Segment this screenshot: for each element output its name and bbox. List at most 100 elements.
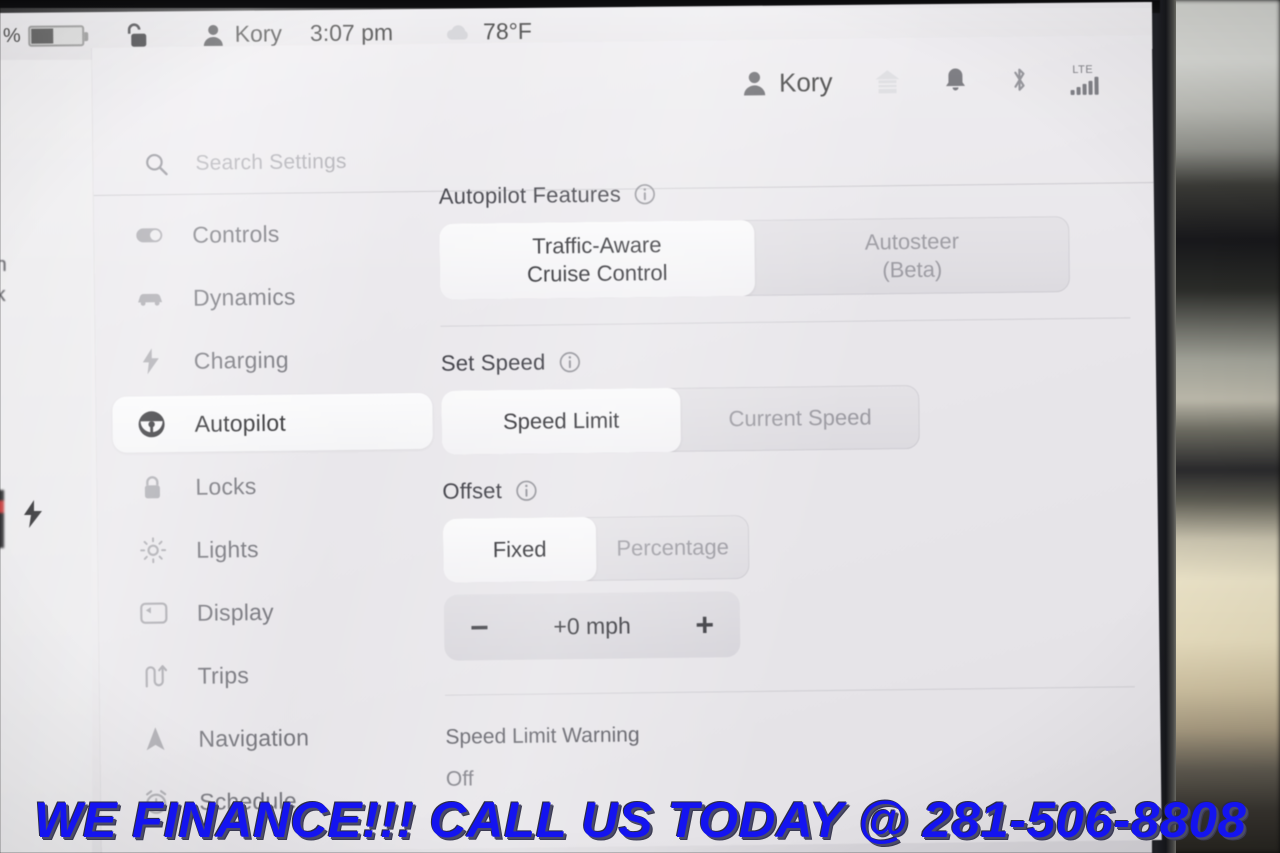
screenshot-stage: en nk 5 % [0, 0, 1280, 853]
lte-signal-icon [1070, 76, 1099, 95]
segment-percentage[interactable]: Percentage [596, 515, 750, 581]
temperature-label: 78°F [482, 17, 533, 45]
info-icon[interactable] [634, 183, 656, 205]
trips-arrows-icon [140, 663, 170, 689]
profile-name-label: Kory [778, 66, 833, 98]
sidebar-item-display[interactable]: Display [115, 582, 436, 642]
segment-label-line1: Traffic-Aware [532, 232, 662, 259]
sun-icon [138, 537, 168, 564]
bluetooth-icon [1014, 68, 1025, 91]
settings-panel: Kory LTE Search Settings Controls Dynami… [92, 35, 1162, 853]
sidebar-item-label: Dynamics [192, 283, 296, 311]
settings-header: Kory LTE [92, 35, 1153, 134]
sidebar-item-label: Navigation [198, 723, 310, 752]
group-offset: Offset Fixed Percentage − +0 mph + [442, 471, 1134, 662]
sidebar-item-label: Trips [197, 661, 250, 689]
person-icon [743, 71, 765, 96]
offset-stepper[interactable]: − +0 mph + [443, 591, 741, 662]
sidebar-item-locks[interactable]: Locks [113, 456, 434, 516]
padlock-icon [137, 474, 167, 501]
segment-label-line2: (Beta) [882, 256, 943, 283]
group-autopilot-features: Autopilot Features Traffic-Aware Cruise … [438, 175, 1130, 301]
segment-autosteer-beta[interactable]: Autosteer (Beta) [754, 216, 1070, 296]
segment-label-line2: Cruise Control [526, 260, 668, 287]
group-title: Set Speed [440, 349, 546, 377]
segment-traffic-aware-cruise-control[interactable]: Traffic-Aware Cruise Control [439, 219, 756, 301]
sidebar-item-label: Locks [195, 472, 257, 500]
sidebar-item-label: Autopilot [194, 409, 287, 437]
section-divider [444, 686, 1135, 697]
display-icon [139, 602, 169, 624]
search-input-placeholder[interactable]: Search Settings [195, 149, 347, 175]
sidebar-item-schedule[interactable]: Schedule [117, 771, 438, 831]
info-icon[interactable] [515, 480, 537, 502]
profile-button[interactable]: Kory [742, 66, 833, 98]
autopilot-features-segmented-control[interactable]: Traffic-Aware Cruise Control Autosteer (… [439, 216, 1071, 301]
weather-status[interactable]: 78°F [443, 18, 532, 46]
search-icon [146, 153, 168, 175]
segment-label: Percentage [616, 534, 730, 561]
clock-label: 3:07 pm [309, 19, 394, 47]
driver-profile[interactable]: Kory [203, 20, 283, 48]
background-ui-text-line2: nk [0, 284, 7, 306]
group-set-speed: Set Speed Speed Limit Current Speed [440, 343, 1132, 456]
background-ui-strip: en nk [0, 60, 92, 853]
notifications-button[interactable] [942, 66, 968, 94]
section-divider [440, 317, 1131, 328]
sidebar-item-lights[interactable]: Lights [114, 519, 435, 579]
lte-label: LTE [1072, 63, 1094, 76]
segment-label-line1: Autosteer [864, 228, 960, 255]
car-icon [135, 289, 165, 307]
sidebar-item-autopilot[interactable]: Autopilot [112, 392, 433, 453]
toggle-switch-icon [134, 226, 164, 244]
offset-segmented-control[interactable]: Fixed Percentage [442, 515, 750, 584]
set-speed-segmented-control[interactable]: Speed Limit Current Speed [441, 385, 920, 456]
sidebar-item-label: Charging [193, 346, 289, 374]
notifications-bell-icon [946, 68, 966, 91]
sidebar-item-dynamics[interactable]: Dynamics [111, 267, 432, 327]
segment-label: Current Speed [728, 404, 872, 432]
bluetooth-button[interactable] [1008, 65, 1030, 95]
segment-label: Speed Limit [502, 407, 620, 435]
background-ui-artifact [0, 490, 4, 548]
garage-home-icon [875, 70, 900, 94]
garage-home-button[interactable] [872, 67, 902, 95]
battery-status: 5 % [0, 24, 85, 48]
group-title: Autopilot Features [438, 181, 622, 209]
charge-bolt-icon [22, 500, 44, 528]
unlocked-padlock-icon [128, 22, 147, 47]
increment-button[interactable]: + [695, 606, 714, 642]
lock-status-button[interactable] [120, 21, 163, 64]
battery-icon [28, 25, 85, 47]
cloud-icon [446, 24, 468, 40]
sidebar-item-label: Controls [192, 220, 280, 248]
sidebar-item-label: Lights [195, 535, 259, 563]
battery-percent-label: 5 % [0, 24, 21, 47]
sidebar-item-safety[interactable]: Safety [118, 834, 439, 853]
segment-label: Fixed [492, 536, 547, 563]
alarm-clock-icon [141, 789, 171, 815]
lightning-bolt-icon [136, 348, 166, 375]
background-ui-text: en nk [0, 250, 7, 310]
sidebar-item-charging[interactable]: Charging [111, 330, 432, 390]
speed-limit-warning-value: Off [445, 767, 474, 792]
offset-value-label: +0 mph [553, 612, 631, 640]
driver-name-label: Kory [234, 20, 283, 47]
sidebar-item-label: Display [196, 598, 274, 626]
segment-fixed[interactable]: Fixed [442, 517, 597, 584]
sidebar-item-controls[interactable]: Controls [110, 204, 431, 264]
steering-wheel-icon [136, 409, 166, 439]
sidebar-item-trips[interactable]: Trips [115, 645, 436, 705]
info-icon[interactable] [558, 351, 580, 373]
group-speed-limit-warning: Speed Limit Warning Off [445, 718, 1136, 792]
settings-content: Autopilot Features Traffic-Aware Cruise … [439, 175, 1136, 800]
segment-current-speed[interactable]: Current Speed [680, 385, 920, 452]
settings-sidebar: Controls Dynamics Charging Autopilot Loc… [110, 204, 438, 853]
group-title: Offset [442, 478, 503, 505]
segment-speed-limit[interactable]: Speed Limit [441, 388, 681, 456]
sidebar-item-navigation[interactable]: Navigation [116, 708, 437, 768]
background-ui-text-line1: en [0, 254, 8, 276]
decrement-button[interactable]: − [470, 609, 489, 645]
navigation-arrow-icon [140, 726, 170, 752]
person-icon [204, 24, 224, 46]
